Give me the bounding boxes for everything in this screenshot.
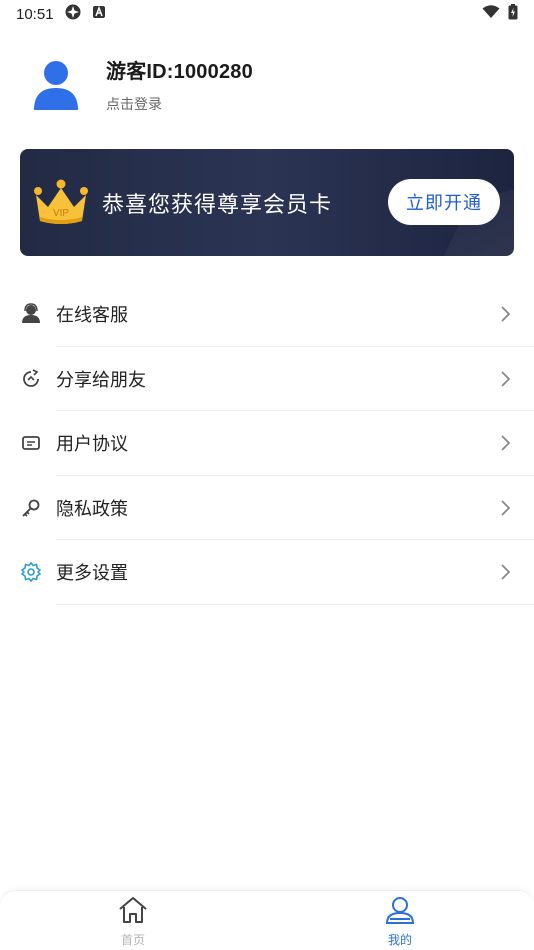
- nav-home[interactable]: 首页: [93, 895, 173, 948]
- sync-icon: [64, 3, 82, 25]
- vip-card-title: 恭喜您获得尊享会员卡: [102, 192, 333, 218]
- menu-item-privacy-policy[interactable]: 隐私政策: [0, 476, 534, 540]
- nav-mine[interactable]: 我的: [360, 895, 440, 948]
- nav-mine-label: 我的: [387, 933, 412, 947]
- menu-item-label: 更多设置: [56, 563, 128, 585]
- chevron-right-icon: [500, 305, 512, 323]
- profile-header[interactable]: 游客ID:1000280 点击登录: [26, 54, 253, 114]
- status-time: 10:51: [16, 5, 54, 23]
- battery-icon: [508, 4, 518, 24]
- privacy-key-icon: [20, 497, 42, 519]
- menu-item-label: 分享给朋友: [56, 369, 146, 391]
- profile-name: 游客ID:1000280: [106, 60, 253, 83]
- menu-item-label: 隐私政策: [56, 498, 128, 520]
- vip-badge-text: VIP: [53, 208, 69, 219]
- profile-icon: [384, 895, 416, 929]
- user-avatar-icon[interactable]: [26, 54, 86, 114]
- chevron-right-icon: [500, 499, 512, 517]
- wifi-icon: [482, 5, 500, 23]
- chevron-right-icon: [500, 563, 512, 581]
- menu-item-share[interactable]: 分享给朋友: [0, 347, 534, 411]
- chevron-right-icon: [500, 370, 512, 388]
- menu-item-label: 用户协议: [56, 434, 128, 456]
- a-icon: [92, 5, 106, 23]
- menu-item-label: 在线客服: [56, 305, 128, 327]
- chevron-right-icon: [500, 434, 512, 452]
- vip-crown-icon: VIP: [32, 179, 90, 227]
- open-vip-button[interactable]: 立即开通: [388, 179, 500, 225]
- home-icon: [117, 895, 149, 929]
- customer-service-icon: [20, 303, 42, 325]
- login-link[interactable]: 点击登录: [106, 94, 253, 114]
- agreement-icon: [20, 432, 42, 454]
- vip-card[interactable]: VIP 恭喜您获得尊享会员卡 立即开通: [20, 149, 514, 256]
- menu-item-more-settings[interactable]: 更多设置: [0, 540, 534, 605]
- share-icon: [20, 368, 42, 390]
- divider: [56, 603, 534, 605]
- menu-item-customer-service[interactable]: 在线客服: [0, 282, 534, 347]
- settings-gear-icon: [20, 561, 42, 583]
- menu-item-user-agreement[interactable]: 用户协议: [0, 411, 534, 476]
- bottom-nav: 首页 我的: [0, 890, 534, 950]
- status-bar: 10:51: [0, 0, 534, 28]
- nav-home-label: 首页: [120, 933, 145, 947]
- settings-menu: 在线客服 分享给朋友 用户协议 隐私政策 更多设置: [0, 282, 534, 605]
